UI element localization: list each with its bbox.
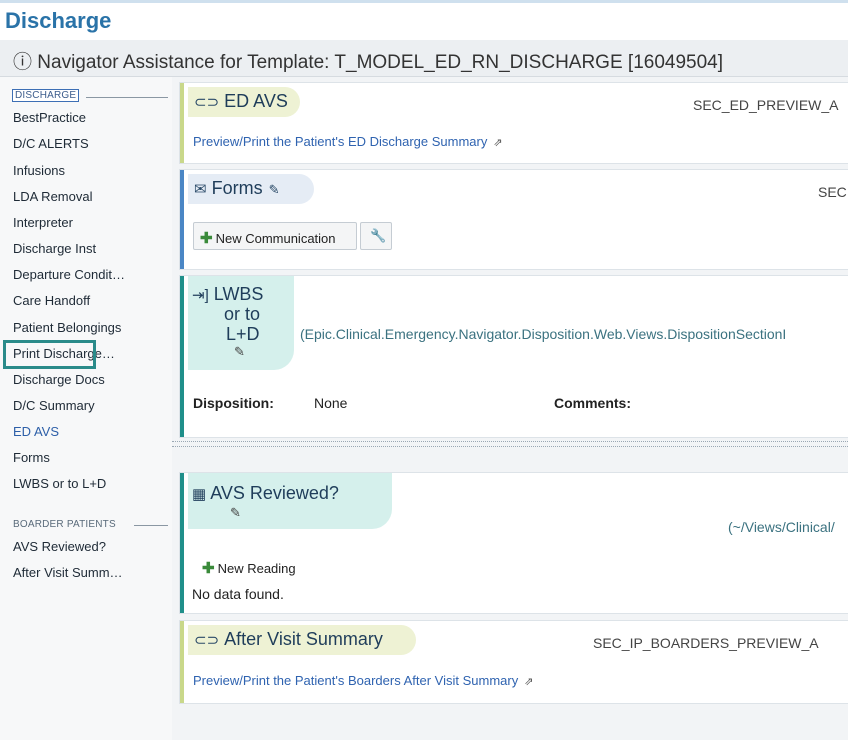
disposition-label: Disposition: <box>193 395 274 411</box>
link-icon: ⊂⊃ <box>194 94 220 111</box>
sidebar-item-avs-reviewed[interactable]: AVS Reviewed? <box>13 539 106 554</box>
sidebar-item-after-visit-summary[interactable]: After Visit Summ… <box>13 565 123 580</box>
title-bar: Discharge <box>0 0 848 40</box>
section-divider <box>172 441 848 442</box>
disposition-value[interactable]: None <box>314 395 347 411</box>
plus-icon: ✚ <box>200 230 213 247</box>
sidebar-item-ed-avs[interactable]: ED AVS <box>13 424 59 439</box>
section-title: ⊂⊃ ED AVS <box>188 87 300 117</box>
view-path: (Epic.Clinical.Emergency.Navigator.Dispo… <box>300 326 787 342</box>
section-title: ✉ Forms ✎ <box>188 174 314 204</box>
sidebar-item-departure-condition[interactable]: Departure Condit… <box>13 267 125 282</box>
sidebar-item-patient-belongings[interactable]: Patient Belongings <box>13 320 121 335</box>
sidebar-item-discharge-inst[interactable]: Discharge Inst <box>13 241 96 256</box>
comments-label: Comments: <box>554 395 632 411</box>
exit-icon: ⇥] <box>192 287 209 304</box>
main-content: ⊂⊃ ED AVS SEC_ED_PREVIEW_A Preview/Print … <box>172 77 848 740</box>
sidebar-item-infusions[interactable]: Infusions <box>13 163 65 178</box>
section-tag: SEC <box>818 184 847 200</box>
section-lwbs: ⇥] LWBS or to L+D ✎ (Epic.Clinical.Emerg… <box>179 275 848 438</box>
sidebar-section-boarder-patients[interactable]: BOARDER PATIENTS <box>13 519 116 530</box>
preview-ed-summary-link[interactable]: Preview/Print the Patient's ED Discharge… <box>193 134 503 149</box>
sidebar-section-discharge[interactable]: DISCHARGE <box>12 89 80 102</box>
section-forms: ✉ Forms ✎ SEC ✚ New Communication 🔧 <box>179 169 848 270</box>
window-title: Discharge <box>5 8 112 33</box>
sidebar-item-dc-summary[interactable]: D/C Summary <box>13 398 95 413</box>
pencil-icon[interactable]: ✎ <box>269 182 280 197</box>
pencil-icon[interactable]: ✎ <box>234 344 245 360</box>
section-accent <box>180 170 184 269</box>
envelope-icon: ✉ <box>194 181 207 198</box>
section-divider <box>172 446 848 447</box>
section-avs-reviewed: ▦ AVS Reviewed? ✎ (~/Views/Clinical/ ✚ Ne… <box>179 472 848 614</box>
sidebar-divider <box>86 97 168 98</box>
section-tag: SEC_IP_BOARDERS_PREVIEW_A <box>593 635 819 651</box>
section-accent <box>180 276 184 437</box>
section-accent <box>180 473 184 613</box>
sidebar-divider <box>134 525 168 526</box>
navigator-header: ⓘ Navigator Assistance for Template: T_M… <box>0 40 848 77</box>
sidebar-item-forms[interactable]: Forms <box>13 450 50 465</box>
external-link-icon: ⇗ <box>524 676 534 688</box>
section-tag: SEC_ED_PREVIEW_A <box>693 97 839 113</box>
pencil-icon[interactable]: ✎ <box>230 505 241 521</box>
selection-highlight <box>3 340 96 369</box>
wrench-button[interactable]: 🔧 <box>360 222 392 250</box>
sidebar-item-lda-removal[interactable]: LDA Removal <box>13 189 92 204</box>
new-communication-button[interactable]: ✚ New Communication <box>193 222 357 250</box>
sidebar-item-interpreter[interactable]: Interpreter <box>13 215 73 230</box>
plus-icon: ✚ <box>202 560 215 577</box>
section-title: ⇥] LWBS or to L+D ✎ <box>188 276 294 370</box>
sidebar-item-lwbs[interactable]: LWBS or to L+D <box>13 476 106 491</box>
view-path: (~/Views/Clinical/ <box>728 519 835 535</box>
preview-boarders-summary-link[interactable]: Preview/Print the Patient's Boarders Aft… <box>193 673 533 688</box>
sidebar-item-dc-alerts[interactable]: D/C ALERTS <box>13 136 89 151</box>
section-ed-avs: ⊂⊃ ED AVS SEC_ED_PREVIEW_A Preview/Print … <box>179 82 848 164</box>
section-after-visit-summary: ⊂⊃ After Visit Summary SEC_IP_BOARDERS_PR… <box>179 620 848 704</box>
navigator-title: ⓘ Navigator Assistance for Template: T_M… <box>13 52 724 73</box>
section-title: ⊂⊃ After Visit Summary <box>188 625 416 655</box>
section-accent <box>180 83 184 163</box>
sidebar-item-discharge-docs[interactable]: Discharge Docs <box>13 372 105 387</box>
section-accent <box>180 621 184 703</box>
wrench-icon: 🔧 <box>370 228 387 243</box>
no-data-message: No data found. <box>192 586 284 602</box>
new-reading-button[interactable]: ✚ New Reading <box>202 559 296 577</box>
section-title: ▦ AVS Reviewed? ✎ <box>188 473 392 529</box>
link-icon: ⊂⊃ <box>194 632 220 649</box>
sidebar-item-care-handoff[interactable]: Care Handoff <box>13 293 90 308</box>
sidebar-item-bestpractice[interactable]: BestPractice <box>13 110 86 125</box>
external-link-icon: ⇗ <box>493 137 503 149</box>
table-icon: ▦ <box>192 486 207 503</box>
sidebar: DISCHARGE BestPractice D/C ALERTS Infusi… <box>0 77 173 740</box>
